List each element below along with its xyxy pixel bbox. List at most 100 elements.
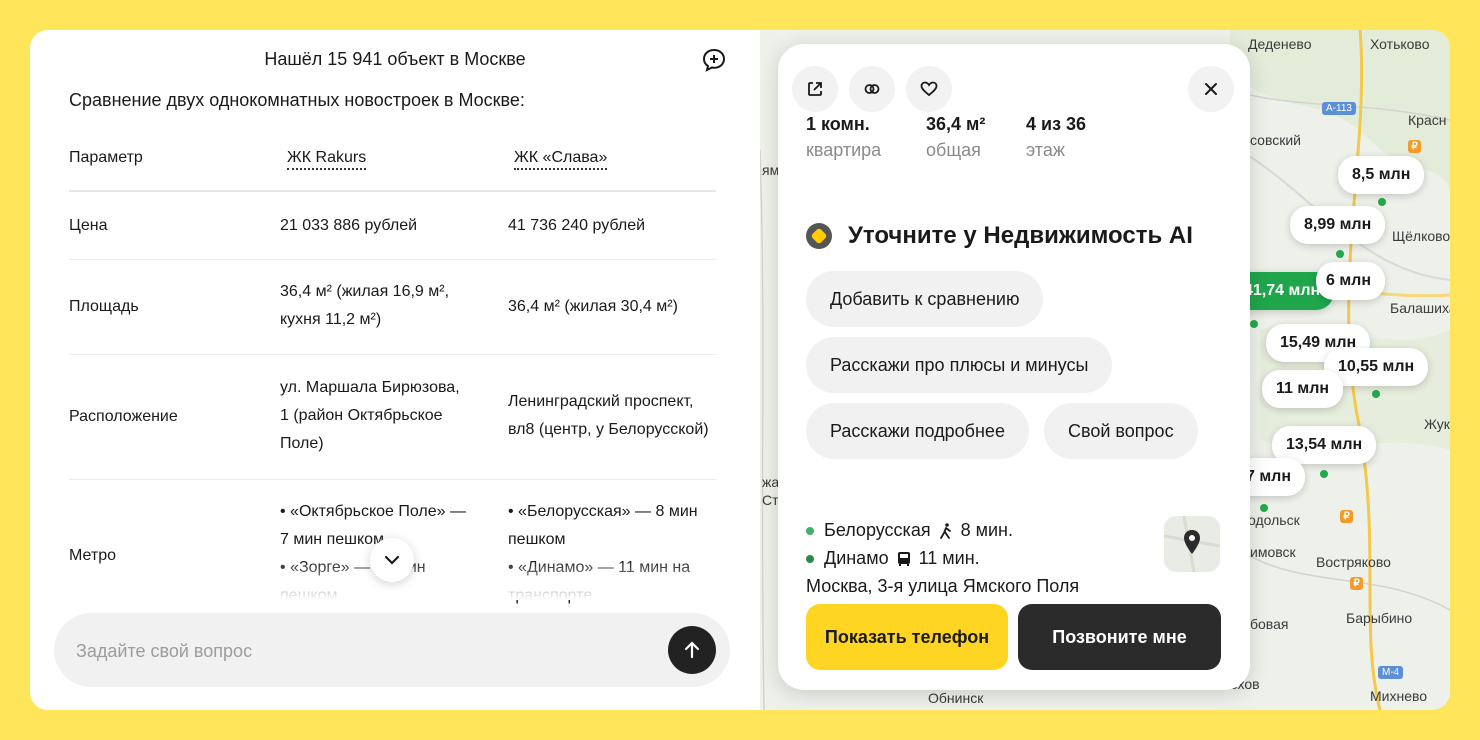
row-value-a: ул. Маршала Бирюзова, 1 (район Октябрьск… [280,374,490,458]
row-param: Цена [69,217,108,234]
chip-more-details[interactable]: Расскажи подробнее [806,403,1029,459]
price-pin[interactable]: 8,5 млн [1338,156,1425,194]
link-icon [864,84,880,94]
table-header: Параметр ЖК Rakurs ЖК «Слава» [69,132,716,192]
cell-line: • «Октябрьское Поле» — [280,503,467,520]
stat-rooms-label: квартира [806,140,882,160]
question-input[interactable] [74,635,638,667]
chip-add-compare[interactable]: Добавить к сравнению [806,271,1044,327]
send-button[interactable] [668,626,716,674]
chat-heading: Сравнение двух однокомнатных новостроек … [69,90,525,110]
cell-line: ул. Маршала Бирюзова, [280,379,460,396]
metro-name: Белорусская [824,520,931,540]
arrow-up-icon [684,641,700,659]
map-label: одольск [1248,512,1300,528]
stat-area-label: общая [926,140,981,160]
row-param: Площадь [69,298,139,315]
listing-dot[interactable] [1260,504,1268,512]
cell-line: Поле) [280,435,324,452]
chip-pros-cons[interactable]: Расскажи про плюсы и минусы [806,337,1113,393]
compare-button[interactable] [849,66,895,112]
metro-name: Динамо [824,548,889,568]
map-label: Обнинск [928,690,984,706]
table-row: Площадь 36,4 м² (жилая 16,9 м², кухня 11… [69,260,716,355]
listing-dot[interactable] [1250,320,1258,328]
stat-floor-label: этаж [1026,140,1065,160]
close-icon [1205,83,1217,95]
map-label: ям [762,162,780,178]
listing-dot[interactable] [1320,470,1328,478]
metro-line-dot [806,554,814,563]
map-label: Востряково [1316,554,1391,570]
price-pin[interactable]: 11 млн [1262,370,1344,408]
metro-icon: ₽ [1340,510,1353,523]
map-label: Барыбино [1346,610,1413,626]
listing-dot[interactable] [1372,390,1380,398]
map-label: Хотьково [1370,36,1430,52]
metro-icon: ₽ [1350,577,1363,590]
favorite-button[interactable] [906,66,952,112]
map-thumbnail[interactable] [1164,516,1220,572]
row-value-a: 36,4 м² (жилая 16,9 м², кухня 11,2 м²) [280,278,490,334]
row-value-b: Ленинградский проспект, вл8 (центр, у Бе… [508,388,723,444]
ai-title-text: Уточните у Недвижимость AI [848,222,1193,249]
bus-icon [897,551,910,566]
map-label: жа [762,474,780,490]
road-sign: M-4 [1378,666,1404,679]
cell-line: вл8 (центр, у Белорусской) [508,421,709,438]
listing-dot[interactable] [1378,198,1386,206]
metro-icon: ₽ [1408,140,1421,153]
listing-dot[interactable] [1336,250,1344,258]
metro-time: 8 мин. [960,520,1013,540]
metro-item: Белорусская 8 мин. [806,520,1013,541]
header-link-rakurs[interactable]: ЖК Rakurs [287,149,367,170]
share-icon [808,82,822,96]
cell-line: • «Белорусская» — 8 мин [508,503,698,520]
map-label: Щёлково [1392,228,1450,244]
location-pin-icon [1164,516,1220,572]
cell-line: кухня 11,2 м²) [280,311,382,328]
chevron-down-icon [384,555,400,565]
share-button[interactable] [792,66,838,112]
listing-card: 1 комн. квартира 36,4 м² общая 4 из 36 э… [778,44,1250,690]
ai-logo-icon [806,223,832,249]
cell-line: Ленинградский проспект, [508,393,694,410]
question-bar [54,613,730,687]
cell-line: пешком [508,531,566,548]
chip-own-question[interactable]: Свой вопрос [1044,403,1198,459]
metro-line-dot [806,526,814,535]
metro-item: Динамо 11 мин. [806,548,980,569]
scroll-down-button[interactable] [370,538,414,582]
stat-rooms-value: 1 комн. [806,114,870,134]
map-label: Михнево [1370,688,1428,704]
row-value-a: 21 033 886 рублей [280,217,418,234]
map-label: Жук [1424,416,1450,432]
address-text: Москва, 3-я улица Ямского Поля [806,576,1080,596]
chat-title: Нашёл 15 941 объект в Москве [264,49,526,69]
road-sign: A-113 [1322,102,1356,115]
row-value-b: 41 736 240 рублей [508,217,646,234]
cell-line: 1 (район Октябрьское [280,407,443,424]
map-label: совский [1250,132,1301,148]
walk-icon [939,522,951,539]
row-param: Расположение [69,408,178,425]
comparison-table: Параметр ЖК Rakurs ЖК «Слава» Цена 21 03… [69,132,716,604]
metro-time: 11 мин. [918,548,980,568]
call-me-button[interactable]: Позвоните мне [1018,604,1221,670]
map-label: Балашиха [1390,300,1450,316]
stat-area-value: 36,4 м² [926,114,986,134]
map-label: имовск [1250,544,1296,560]
table-row: Цена 21 033 886 рублей 41 736 240 рублей [69,192,716,260]
map-label: Деденево [1248,36,1312,52]
show-phone-button[interactable]: Показать телефон [806,604,1008,670]
close-button[interactable] [1188,66,1234,112]
header-param: Параметр [69,149,143,166]
map-label: Красн [1408,112,1447,128]
cell-line: 36,4 м² (жилая 16,9 м², [280,283,450,300]
header-link-slava[interactable]: ЖК «Слава» [514,149,608,170]
stat-floor-value: 4 из 36 [1026,114,1087,134]
feedback-icon[interactable] [700,46,728,74]
price-pin[interactable]: 8,99 млн [1290,206,1386,244]
heart-icon [920,81,938,97]
price-pin[interactable]: 6 млн [1316,262,1386,300]
